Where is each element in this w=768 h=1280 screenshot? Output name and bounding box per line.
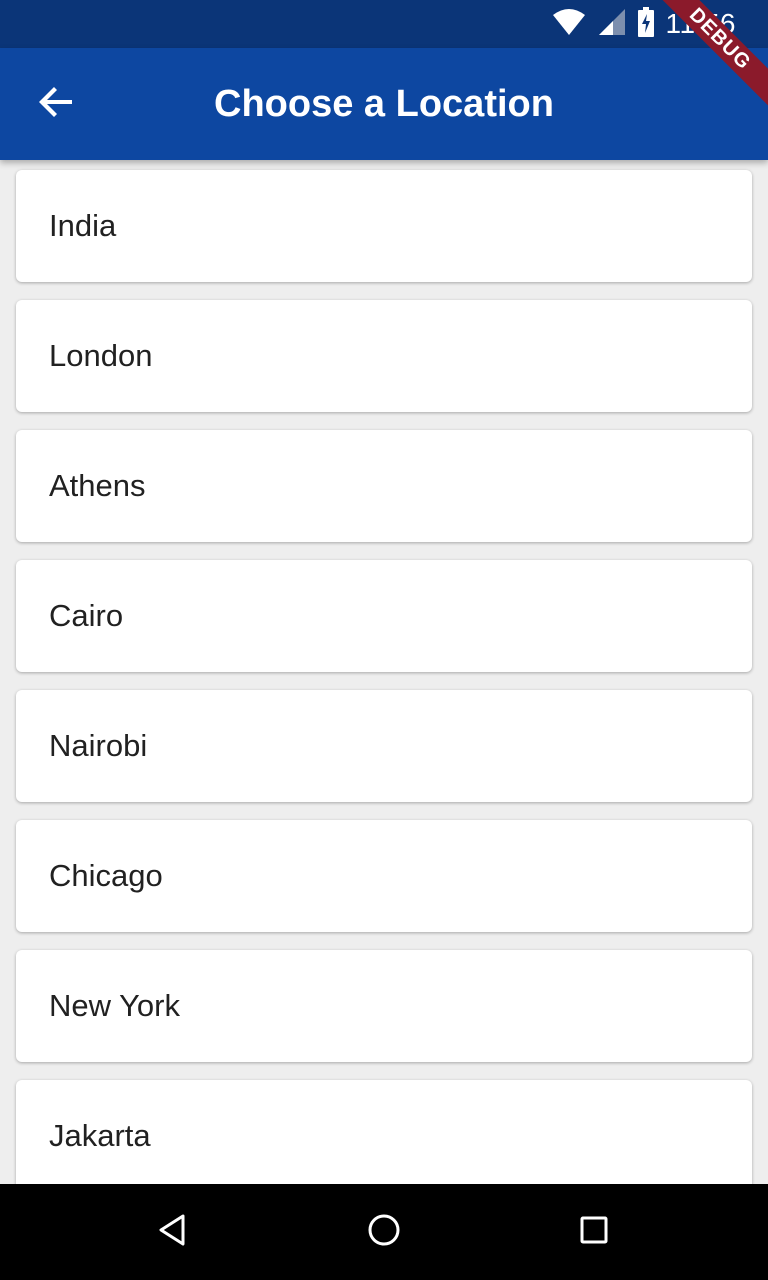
location-label: Chicago — [49, 858, 163, 893]
battery-charging-icon — [637, 6, 654, 42]
location-label: Cairo — [49, 598, 124, 633]
nav-back-icon — [156, 1213, 188, 1252]
location-label: India — [49, 208, 117, 243]
location-label: Jakarta — [49, 1118, 151, 1153]
location-label: Nairobi — [49, 728, 148, 763]
location-card-new-york[interactable]: New York — [16, 950, 752, 1062]
location-card-london[interactable]: London — [16, 300, 752, 412]
nav-back-button[interactable] — [140, 1200, 204, 1264]
arrow-back-icon — [38, 84, 74, 125]
wifi-icon — [552, 8, 586, 41]
location-label: Athens — [49, 468, 146, 503]
nav-recents-button[interactable] — [562, 1200, 626, 1264]
cell-signal-icon — [598, 8, 626, 41]
nav-home-icon — [367, 1213, 401, 1252]
location-list: India London Athens Cairo Nairobi Chicag… — [0, 160, 768, 1184]
status-bar: 11:56 — [0, 0, 768, 48]
location-card-athens[interactable]: Athens — [16, 430, 752, 542]
location-label: London — [49, 338, 153, 373]
nav-recents-icon — [579, 1215, 609, 1250]
location-card-india[interactable]: India — [16, 170, 752, 282]
location-label: New York — [49, 988, 180, 1023]
location-card-cairo[interactable]: Cairo — [16, 560, 752, 672]
page-title: Choose a Location — [214, 83, 554, 125]
system-nav-bar — [0, 1184, 768, 1280]
back-button[interactable] — [24, 72, 88, 136]
location-card-nairobi[interactable]: Nairobi — [16, 690, 752, 802]
location-card-jakarta[interactable]: Jakarta — [16, 1080, 752, 1184]
nav-home-button[interactable] — [352, 1200, 416, 1264]
location-card-chicago[interactable]: Chicago — [16, 820, 752, 932]
app-bar: Choose a Location — [0, 48, 768, 160]
